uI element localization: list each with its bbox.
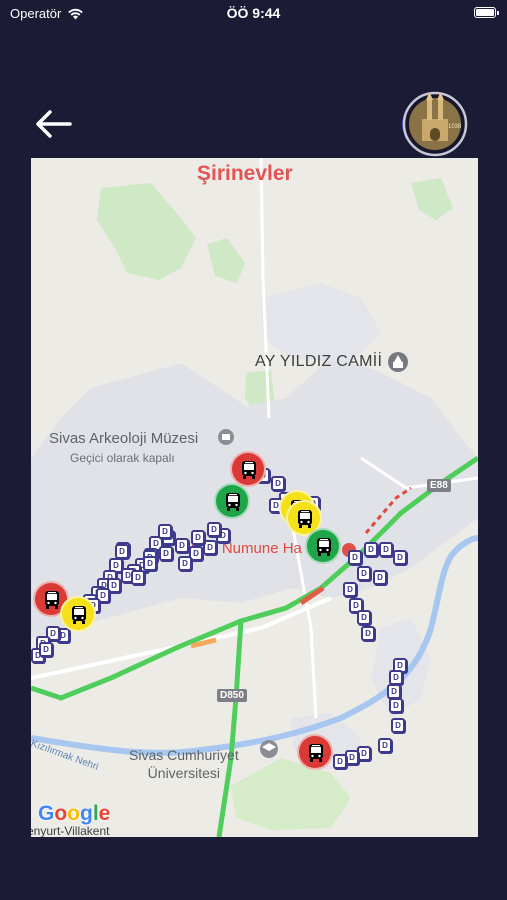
map-label-district: Şirinevler <box>197 162 293 185</box>
bus-stop-icon[interactable] <box>379 542 393 557</box>
map-base <box>31 158 478 837</box>
route-map[interactable]: Şirinevler AY YILDIZ CAMİİ Sivas Arkeolo… <box>31 158 478 837</box>
bus-stop-icon[interactable] <box>191 530 205 545</box>
bus-stop-icon[interactable] <box>387 684 401 699</box>
city-emblem-logo: 1038 <box>393 86 469 162</box>
bus-stop-icon[interactable] <box>357 610 371 625</box>
map-label-museum: Sivas Arkeoloji Müzesi <box>49 430 199 447</box>
google-letter: o <box>67 802 80 825</box>
bus-marker-icon[interactable] <box>60 596 96 632</box>
bus-stop-icon[interactable] <box>207 522 221 537</box>
university-line-2: Üniversitesi <box>147 765 221 781</box>
map-label-university: Sivas Cumhuriyet Üniversitesi <box>129 746 239 782</box>
bus-stop-icon[interactable] <box>345 750 359 765</box>
arrow-left-icon <box>36 110 72 138</box>
status-bar: Operatör ÖÖ 9:44 <box>0 0 507 28</box>
google-letter: e <box>98 802 111 825</box>
bus-stop-icon[interactable] <box>348 550 362 565</box>
road-shield-d850: D850 <box>217 689 247 702</box>
logo-year: 1038 <box>448 124 462 130</box>
bus-stop-icon[interactable] <box>158 524 172 539</box>
bus-marker-icon[interactable] <box>230 451 266 487</box>
road-shield-e88: E88 <box>427 479 451 492</box>
university-line-1: Sivas Cumhuriyet <box>129 747 239 763</box>
google-letter: o <box>54 802 68 825</box>
bus-stop-icon[interactable] <box>364 542 378 557</box>
bus-stop-icon[interactable] <box>178 556 192 571</box>
status-time: ÖÖ 9:44 <box>226 5 281 21</box>
map-label-museum-status: Geçici olarak kapalı <box>70 451 175 465</box>
battery-icon <box>474 7 499 18</box>
bus-stop-icon[interactable] <box>343 582 357 597</box>
bus-stop-icon[interactable] <box>378 738 392 753</box>
bus-stop-icon[interactable] <box>159 546 173 561</box>
bus-stop-icon[interactable] <box>115 544 129 559</box>
bus-stop-icon[interactable] <box>389 698 403 713</box>
bus-stop-icon[interactable] <box>333 754 347 769</box>
back-button[interactable] <box>33 104 77 144</box>
bus-stop-icon[interactable] <box>391 718 405 733</box>
bus-marker-icon[interactable] <box>297 734 333 770</box>
bus-stop-icon[interactable] <box>373 570 387 585</box>
bus-stop-icon[interactable] <box>143 556 157 571</box>
bus-stop-icon[interactable] <box>39 642 53 657</box>
google-letter: g <box>80 802 93 825</box>
google-letter: G <box>38 802 55 825</box>
bus-stop-icon[interactable] <box>357 566 371 581</box>
bus-marker-icon[interactable] <box>305 528 341 564</box>
bus-stop-icon[interactable] <box>357 746 371 761</box>
bus-stop-icon[interactable] <box>393 550 407 565</box>
map-label-mosque: AY YILDIZ CAMİİ <box>255 353 383 370</box>
bus-stop-icon[interactable] <box>361 626 375 641</box>
google-attribution: Google <box>38 802 110 826</box>
bus-marker-icon[interactable] <box>214 483 250 519</box>
bus-stop-icon[interactable] <box>131 570 145 585</box>
bus-stop-icon[interactable] <box>175 538 189 553</box>
bus-stop-icon[interactable] <box>389 670 403 685</box>
bus-stop-icon[interactable] <box>271 476 285 491</box>
bus-stop-icon[interactable] <box>203 540 217 555</box>
